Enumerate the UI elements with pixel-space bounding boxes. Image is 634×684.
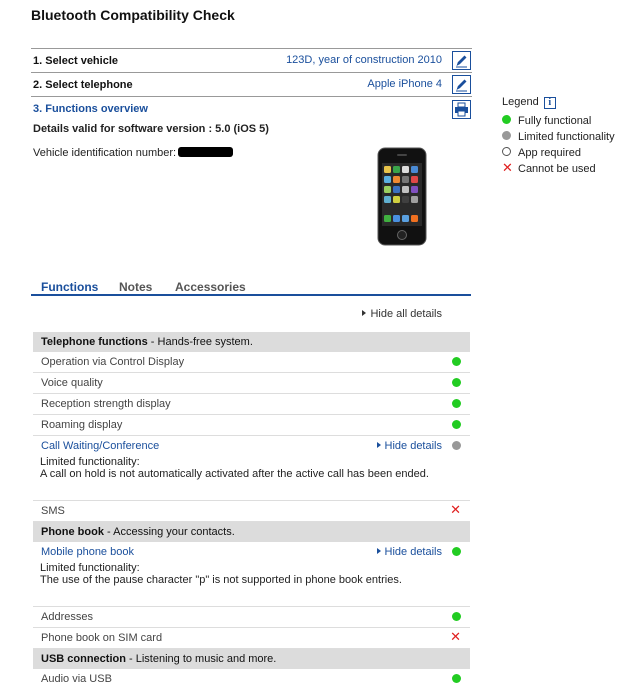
legend-item: App required [502,145,615,161]
function-label: Addresses [41,611,93,623]
page-title: Bluetooth Compatibility Check [31,7,235,23]
section-header: Phone book - Accessing your contacts. [33,522,470,542]
legend-item: Limited functionality [502,129,615,145]
table-row: SMS ✕ [33,501,470,522]
software-version: Details valid for software version : 5.0… [33,123,269,135]
tab-notes[interactable]: Notes [119,280,152,294]
table-row: Voice quality [33,373,470,394]
green-dot-icon [452,399,461,408]
step-label: 3. Functions overview [33,103,148,115]
gray-dot-icon [452,441,461,450]
table-row: Roaming display [33,415,470,436]
triangle-right-icon [362,310,367,316]
legend-label: App required [518,147,581,159]
section-title: Phone book [41,526,104,538]
functions-table: Telephone functions - Hands-free system.… [33,332,470,684]
legend-item: Fully functional [502,113,615,129]
cross-icon: ✕ [450,502,461,517]
printer-icon [455,102,468,117]
step-select-telephone[interactable]: 2. Select telephone Apple iPhone 4 [31,72,472,96]
note-text: The use of the pause character "p" is no… [40,574,402,586]
function-link[interactable]: Call Waiting/Conference [41,440,159,452]
note-title: Limited functionality: [40,562,140,574]
function-label: Roaming display [41,419,123,431]
legend-item: ✕ Cannot be used [502,161,615,177]
legend-label: Limited functionality [518,131,615,143]
green-dot-icon [452,612,461,621]
green-dot-icon [452,547,461,556]
section-header: USB connection - Listening to music and … [33,649,470,669]
green-dot-icon [452,357,461,366]
green-dot-icon [502,115,511,124]
hide-details-link[interactable]: Hide details [376,542,442,562]
step-label: 1. Select vehicle [33,55,118,67]
vin-row: Vehicle identification number: [33,147,234,159]
cross-icon: ✕ [450,629,461,644]
function-label: SMS [41,505,65,517]
gray-dot-icon [502,131,511,140]
tab-bar: Functions Notes Accessories [31,278,471,296]
section-title: USB connection [41,653,126,665]
legend: Legend i Fully functional Limited functi… [502,96,615,177]
info-icon[interactable]: i [543,97,556,109]
function-label: Reception strength display [41,398,171,410]
triangle-right-icon [376,442,381,448]
tab-accessories[interactable]: Accessories [175,280,246,294]
green-dot-icon [452,378,461,387]
table-row-expanded: Call Waiting/Conference Hide details Lim… [33,436,470,501]
legend-title: Legend [502,96,539,108]
triangle-right-icon [376,548,381,554]
vin-label: Vehicle identification number: [33,147,177,159]
note-title: Limited functionality: [40,456,140,468]
selected-vehicle-link[interactable]: 123D, year of construction 2010 [286,54,442,66]
step-functions-overview: 3. Functions overview [31,96,472,120]
cross-icon: ✕ [502,160,513,175]
step-select-vehicle[interactable]: 1. Select vehicle 123D, year of construc… [31,48,472,72]
section-subtitle: - Hands-free system. [147,336,253,348]
table-row: Audio via USB [33,669,470,684]
section-subtitle: - Listening to music and more. [125,653,277,665]
green-dot-icon [452,674,461,683]
open-circle-icon [502,147,511,156]
table-row: Operation via Control Display [33,352,470,373]
function-label: Operation via Control Display [41,356,185,368]
function-link[interactable]: Mobile phone book [41,546,134,558]
edit-vehicle-button[interactable] [452,51,471,70]
edit-telephone-button[interactable] [452,75,471,94]
table-row-expanded: Mobile phone book Hide details Limited f… [33,542,470,607]
hide-details-label: Hide details [384,440,442,452]
hide-all-details-link[interactable]: Hide all details [362,308,442,320]
table-row: Addresses [33,607,470,628]
tab-functions[interactable]: Functions [41,280,98,294]
function-label: Audio via USB [41,673,112,684]
legend-label: Fully functional [518,115,592,127]
table-row: Phone book on SIM card ✕ [33,628,470,649]
vin-redacted [178,147,234,157]
note-text: A call on hold is not automatically acti… [40,468,429,480]
step-label: 2. Select telephone [33,79,133,91]
function-label: Voice quality [41,377,103,389]
hide-details-link[interactable]: Hide details [376,436,442,456]
phone-image [377,147,427,246]
legend-title-row: Legend i [502,96,615,109]
pencil-icon [456,79,467,92]
hide-details-label: Hide details [384,546,442,558]
legend-label: Cannot be used [518,163,596,175]
green-dot-icon [452,420,461,429]
print-button[interactable] [452,100,471,119]
section-subtitle: - Accessing your contacts. [103,526,235,538]
pencil-icon [456,55,467,68]
section-title: Telephone functions [41,336,148,348]
selected-telephone-link[interactable]: Apple iPhone 4 [367,78,442,90]
table-row: Reception strength display [33,394,470,415]
function-label: Phone book on SIM card [41,632,163,644]
section-header: Telephone functions - Hands-free system. [33,332,470,352]
hide-all-details-label: Hide all details [370,308,442,320]
